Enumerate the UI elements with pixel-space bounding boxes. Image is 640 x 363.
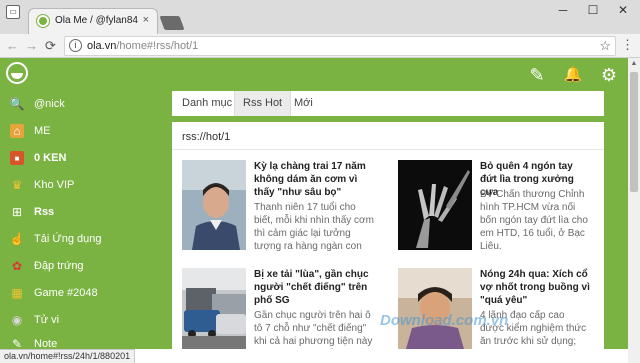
article-desc: Thanh niên 17 tuổi cho biết, mỗi khi nhì…	[254, 202, 374, 252]
browser-tabstrip: ▭ Ola Me / @fylan84 × ─ ☐ ✕	[0, 0, 640, 34]
maximize-icon[interactable]: ☐	[578, 3, 608, 17]
sidebar-item-me[interactable]: ⌂ ME	[10, 121, 51, 141]
mushroom-icon: ✿	[11, 259, 23, 273]
sidebar-item-label: Rss	[34, 206, 55, 218]
article-card[interactable]: Nóng 24h qua: Xích cổ vợ nhốt trong buồn…	[388, 268, 594, 349]
divider	[172, 149, 604, 150]
sidebar-item-nick[interactable]: 🔍 @nick	[10, 94, 65, 114]
settings-gear-icon[interactable]: ⚙	[598, 64, 620, 86]
sidebar-item-kho-vip[interactable]: ♛ Kho VIP	[10, 175, 75, 195]
edit-icon[interactable]: ✎	[526, 64, 548, 86]
apps-icon: ☝	[9, 232, 25, 246]
minimize-icon[interactable]: ─	[548, 3, 578, 17]
crown-icon: ♛	[11, 178, 23, 192]
article-title[interactable]: Bị xe tải "lùa", gần chục người "chết đi…	[254, 268, 374, 307]
url-field[interactable]: i ola.vn/home#!rss/hot/1 ☆	[64, 36, 616, 56]
bell-icon[interactable]: 🔔	[562, 64, 584, 86]
game-icon: ▦	[11, 286, 23, 300]
reload-icon[interactable]: ⟳	[45, 38, 56, 54]
article-title[interactable]: Kỳ lạ chàng trai 17 năm không dám ăn cơm…	[254, 160, 374, 199]
back-icon[interactable]: ←	[6, 38, 19, 53]
sidebar-item-game-2048[interactable]: ▦ Game #2048	[10, 283, 98, 303]
content-tabs: Danh mục Rss Hot Mới	[172, 91, 604, 116]
article-card[interactable]: Bỏ quên 4 ngón tay đứt lìa trong xưởng c…	[388, 160, 594, 260]
ola-logo-icon[interactable]	[6, 62, 28, 84]
sidebar-item-tu-vi[interactable]: ◉ Tử vi	[10, 310, 59, 330]
forward-icon[interactable]: →	[25, 38, 38, 53]
article-thumbnail[interactable]	[398, 268, 472, 349]
scroll-thumb[interactable]	[630, 72, 638, 192]
scroll-up-icon[interactable]: ▲	[628, 58, 640, 70]
page-scrollbar[interactable]: ▲	[628, 58, 640, 363]
tab-rss-hot[interactable]: Rss Hot	[234, 91, 292, 116]
status-bar-url: ola.vn/home#!rss/24h/1/880201	[0, 349, 136, 363]
sidebar-item-label: Game #2048	[34, 287, 98, 299]
article-title[interactable]: Nóng 24h qua: Xích cổ vợ nhốt trong buồn…	[480, 268, 590, 307]
url-path: /home#!rss/hot/1	[116, 40, 199, 52]
watermark: Download.com.vn	[380, 312, 509, 329]
address-bar: ← → ⟳ i ola.vn/home#!rss/hot/1 ☆ ⋮	[0, 34, 640, 58]
sidebar-item-rss[interactable]: ⊞ Rss	[10, 202, 54, 222]
article-desc: Gần chục người trên hai ô tô 7 chỗ như "…	[254, 310, 373, 347]
browser-menu-icon[interactable]: ⋮	[621, 37, 634, 53]
sidebar-item-label: ME	[34, 125, 51, 137]
rss-icon: ⊞	[11, 205, 23, 219]
sidebar-item-dap-trung[interactable]: ✿ Đập trứng	[10, 256, 84, 276]
horoscope-icon: ◉	[11, 313, 23, 327]
ken-icon: ■	[10, 151, 24, 165]
search-icon: 🔍	[9, 97, 25, 111]
window-menu-icon[interactable]: ▭	[6, 5, 20, 19]
browser-tab[interactable]: Ola Me / @fylan84 ×	[28, 8, 158, 34]
tab-danh-muc[interactable]: Danh mục	[174, 91, 240, 116]
sidebar-item-label: Kho VIP	[34, 179, 75, 191]
app-header: ✎ 🔔 ⚙	[0, 58, 628, 92]
sidebar-item-apps[interactable]: ☝ Tải Ứng dụng	[10, 229, 102, 249]
article-thumbnail[interactable]	[182, 160, 246, 250]
tab-title: Ola Me / @fylan84	[55, 15, 138, 26]
sidebar-item-label: Đập trứng	[34, 260, 84, 272]
tab-close-icon[interactable]: ×	[143, 14, 149, 26]
article-desc: BV Chấn thương Chỉnh hình TP.HCM vừa nối…	[480, 189, 588, 252]
article-thumbnail[interactable]	[182, 268, 246, 349]
rss-path: rss://hot/1	[182, 131, 231, 143]
sidebar-item-label: Tải Ứng dụng	[34, 233, 102, 245]
close-window-icon[interactable]: ✕	[608, 3, 638, 17]
sidebar-item-label: @nick	[34, 98, 65, 110]
article-card[interactable]: Bị xe tải "lùa", gần chục người "chết đi…	[172, 268, 378, 349]
article-thumbnail[interactable]	[398, 160, 472, 250]
url-domain: ola.vn	[87, 40, 117, 52]
url-text: ola.vn/home#!rss/hot/1	[87, 40, 198, 52]
tab-moi[interactable]: Mới	[286, 91, 321, 116]
sidebar: 🔍 @nick ⌂ ME ■ 0 KEN ♛ Kho VIP ⊞ Rss ☝ T…	[0, 92, 168, 351]
ola-favicon-icon	[37, 15, 49, 27]
article-card[interactable]: Kỳ lạ chàng trai 17 năm không dám ăn cơm…	[172, 160, 378, 260]
home-icon: ⌂	[10, 124, 24, 138]
sidebar-item-label: 0 KEN	[34, 152, 67, 164]
sidebar-item-label: Tử vi	[34, 314, 60, 326]
bookmark-star-icon[interactable]: ☆	[599, 38, 611, 54]
new-tab-button[interactable]	[159, 16, 185, 30]
site-info-icon[interactable]: i	[69, 39, 82, 52]
sidebar-item-ken[interactable]: ■ 0 KEN	[10, 148, 66, 168]
